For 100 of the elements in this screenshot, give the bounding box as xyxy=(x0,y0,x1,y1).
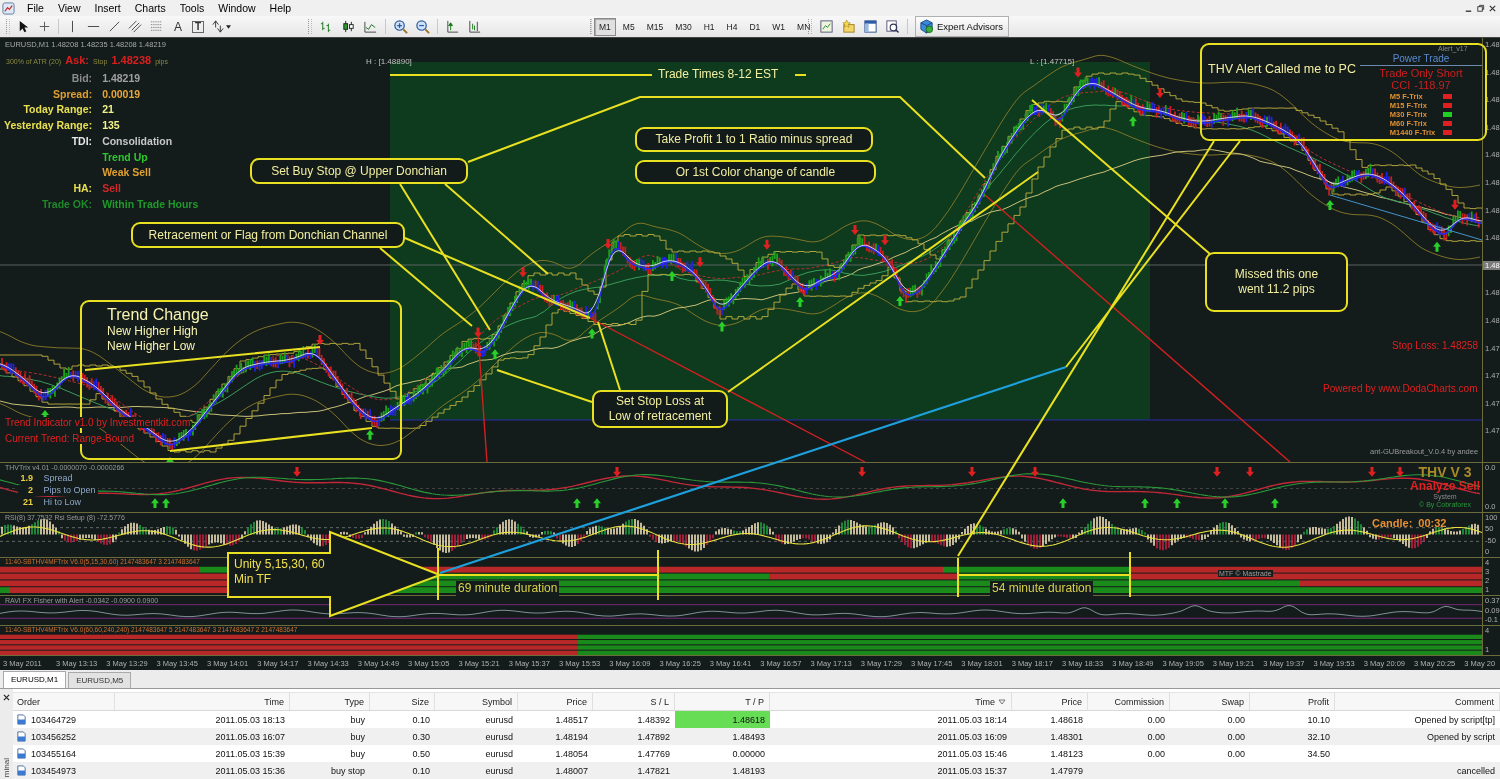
table-cell-text: 1.48618 xyxy=(1049,713,1084,727)
chart-tab[interactable]: EURUSD,M5 xyxy=(68,672,132,688)
menu-item[interactable]: Tools xyxy=(173,2,213,14)
dotted-lines-icon[interactable] xyxy=(149,19,164,34)
table-cell-text: buy xyxy=(349,713,366,727)
timeframe-button[interactable]: H4 xyxy=(721,17,743,36)
table-cell-text: 0.00000 xyxy=(731,747,766,761)
column-header[interactable]: Price xyxy=(518,693,593,710)
table-cell-text: 2011.05.03 15:46 xyxy=(936,747,1008,761)
timeframe-button[interactable]: M5 xyxy=(617,17,640,36)
timeframe-button[interactable]: H1 xyxy=(698,17,720,36)
column-header[interactable]: Commission xyxy=(1088,693,1170,710)
parallel-lines-icon[interactable] xyxy=(128,19,143,34)
table-cell-text: Opened by script[tp] xyxy=(1413,713,1496,727)
cube-icon xyxy=(919,19,934,34)
table-cell-text: 2011.05.03 15:36 xyxy=(214,764,286,778)
menu-item[interactable]: Insert xyxy=(88,2,129,14)
table-cell-text: 0.00 xyxy=(1146,747,1166,761)
document-icon xyxy=(16,748,27,759)
timeframe-button[interactable]: M15 xyxy=(641,17,669,36)
timeframe-button[interactable]: M1 xyxy=(594,17,616,36)
menu-item[interactable]: Charts xyxy=(128,2,174,14)
text-tool-button[interactable]: A xyxy=(170,18,186,35)
column-header[interactable]: Size xyxy=(370,693,435,710)
column-header[interactable]: Profit xyxy=(1250,693,1335,710)
table-cell-text: eurusd xyxy=(484,730,514,744)
table-cell-text: 0.00 xyxy=(1226,730,1246,744)
table-cell-text: 0.00 xyxy=(1226,747,1246,761)
table-cell-text: 1.47979 xyxy=(1049,764,1084,778)
trend-line-icon[interactable] xyxy=(107,19,122,34)
chart-window-icon[interactable] xyxy=(819,19,834,34)
column-header[interactable]: Order xyxy=(13,693,115,710)
caret-icon[interactable] xyxy=(226,24,231,29)
close-icon[interactable] xyxy=(1488,3,1497,13)
table-cell: 103464729 xyxy=(31,714,77,725)
star-folder-icon[interactable] xyxy=(841,19,856,34)
annotation-text: 54 minute duration xyxy=(990,581,1094,596)
table-cell-text: 32.10 xyxy=(1306,730,1331,744)
document-icon xyxy=(16,765,27,776)
expert-advisors-button[interactable]: Expert Advisors xyxy=(915,16,1009,37)
timeframe-button[interactable]: D1 xyxy=(744,17,766,36)
table-cell-text: 0.10 xyxy=(411,764,431,778)
axis-arrow-icon[interactable] xyxy=(445,19,460,34)
column-header[interactable]: Swap xyxy=(1170,693,1250,710)
table-cell-text: 2011.05.03 18:14 xyxy=(936,713,1008,727)
column-header[interactable]: Comment xyxy=(1335,693,1500,710)
table-cell-text: 0.00 xyxy=(1226,713,1246,727)
arrows-icon[interactable] xyxy=(210,19,225,34)
candle-label: Candle: xyxy=(1372,517,1413,529)
timeframe-button[interactable]: W1 xyxy=(767,17,791,36)
table-cell-text: eurusd xyxy=(484,747,514,761)
zoom-in-icon[interactable] xyxy=(393,19,408,34)
column-header[interactable]: S / L xyxy=(593,693,675,710)
column-header[interactable]: Time xyxy=(770,693,1012,710)
table-cell-text: 0.50 xyxy=(411,747,431,761)
menu-item[interactable]: Window xyxy=(212,2,264,14)
magnifier-window-icon[interactable] xyxy=(885,19,900,34)
table-cell-text: eurusd xyxy=(484,713,514,727)
table-cell-text: eurusd xyxy=(484,764,514,778)
column-header[interactable]: Symbol xyxy=(435,693,518,710)
table-cell-text: 0.00 xyxy=(1146,730,1166,744)
table-cell-text: 1.48007 xyxy=(554,764,589,778)
table-cell-text: 1.48392 xyxy=(636,713,671,727)
table-cell-text: 1.48493 xyxy=(731,730,766,744)
document-icon xyxy=(16,714,27,725)
table-cell: 1.48618 xyxy=(675,711,770,728)
table-cell: 103456252 xyxy=(31,731,77,742)
panel-title: minal xyxy=(2,757,11,777)
menu-item[interactable]: View xyxy=(51,2,89,14)
table-cell-text: 2011.05.03 15:37 xyxy=(936,764,1008,778)
menu-item[interactable]: File xyxy=(21,2,52,14)
crosshair-icon[interactable] xyxy=(37,19,52,34)
zoom-out-icon[interactable] xyxy=(415,19,430,34)
candlestick-icon[interactable] xyxy=(341,19,356,34)
menu-item[interactable]: Help xyxy=(263,2,300,14)
table-cell-text: 10.10 xyxy=(1306,713,1331,727)
table-cell-text: buy xyxy=(349,730,366,744)
window-panel-icon[interactable] xyxy=(863,19,878,34)
label-tool-button[interactable]: T xyxy=(192,20,204,33)
timeframe-button[interactable]: M30 xyxy=(670,17,697,36)
line-chart-icon[interactable] xyxy=(363,19,378,34)
timeframe-button[interactable]: MN xyxy=(792,17,816,36)
table-cell-text: buy stop xyxy=(329,764,366,778)
chart-app-icon[interactable] xyxy=(2,1,15,15)
annotation-text: Min TF xyxy=(234,572,273,587)
table-cell-text: 1.47892 xyxy=(636,730,671,744)
table-cell-text: 0.10 xyxy=(411,713,431,727)
restore-icon[interactable] xyxy=(1476,3,1485,13)
table-cell-text: 1.47821 xyxy=(636,764,671,778)
close-icon[interactable] xyxy=(3,694,10,701)
axis-bars-icon[interactable] xyxy=(467,19,482,34)
column-header[interactable]: Type xyxy=(290,693,370,710)
column-header[interactable]: Time xyxy=(115,693,290,710)
table-cell-text: 1.48054 xyxy=(554,747,589,761)
table-cell-text: buy xyxy=(349,747,366,761)
chart-tab[interactable]: EURUSD,M1 xyxy=(3,671,67,688)
column-header[interactable]: Price xyxy=(1012,693,1088,710)
table-cell-text: 0.00 xyxy=(1146,713,1166,727)
column-header[interactable]: T / P xyxy=(675,693,770,710)
table-cell-text: 1.47769 xyxy=(636,747,671,761)
